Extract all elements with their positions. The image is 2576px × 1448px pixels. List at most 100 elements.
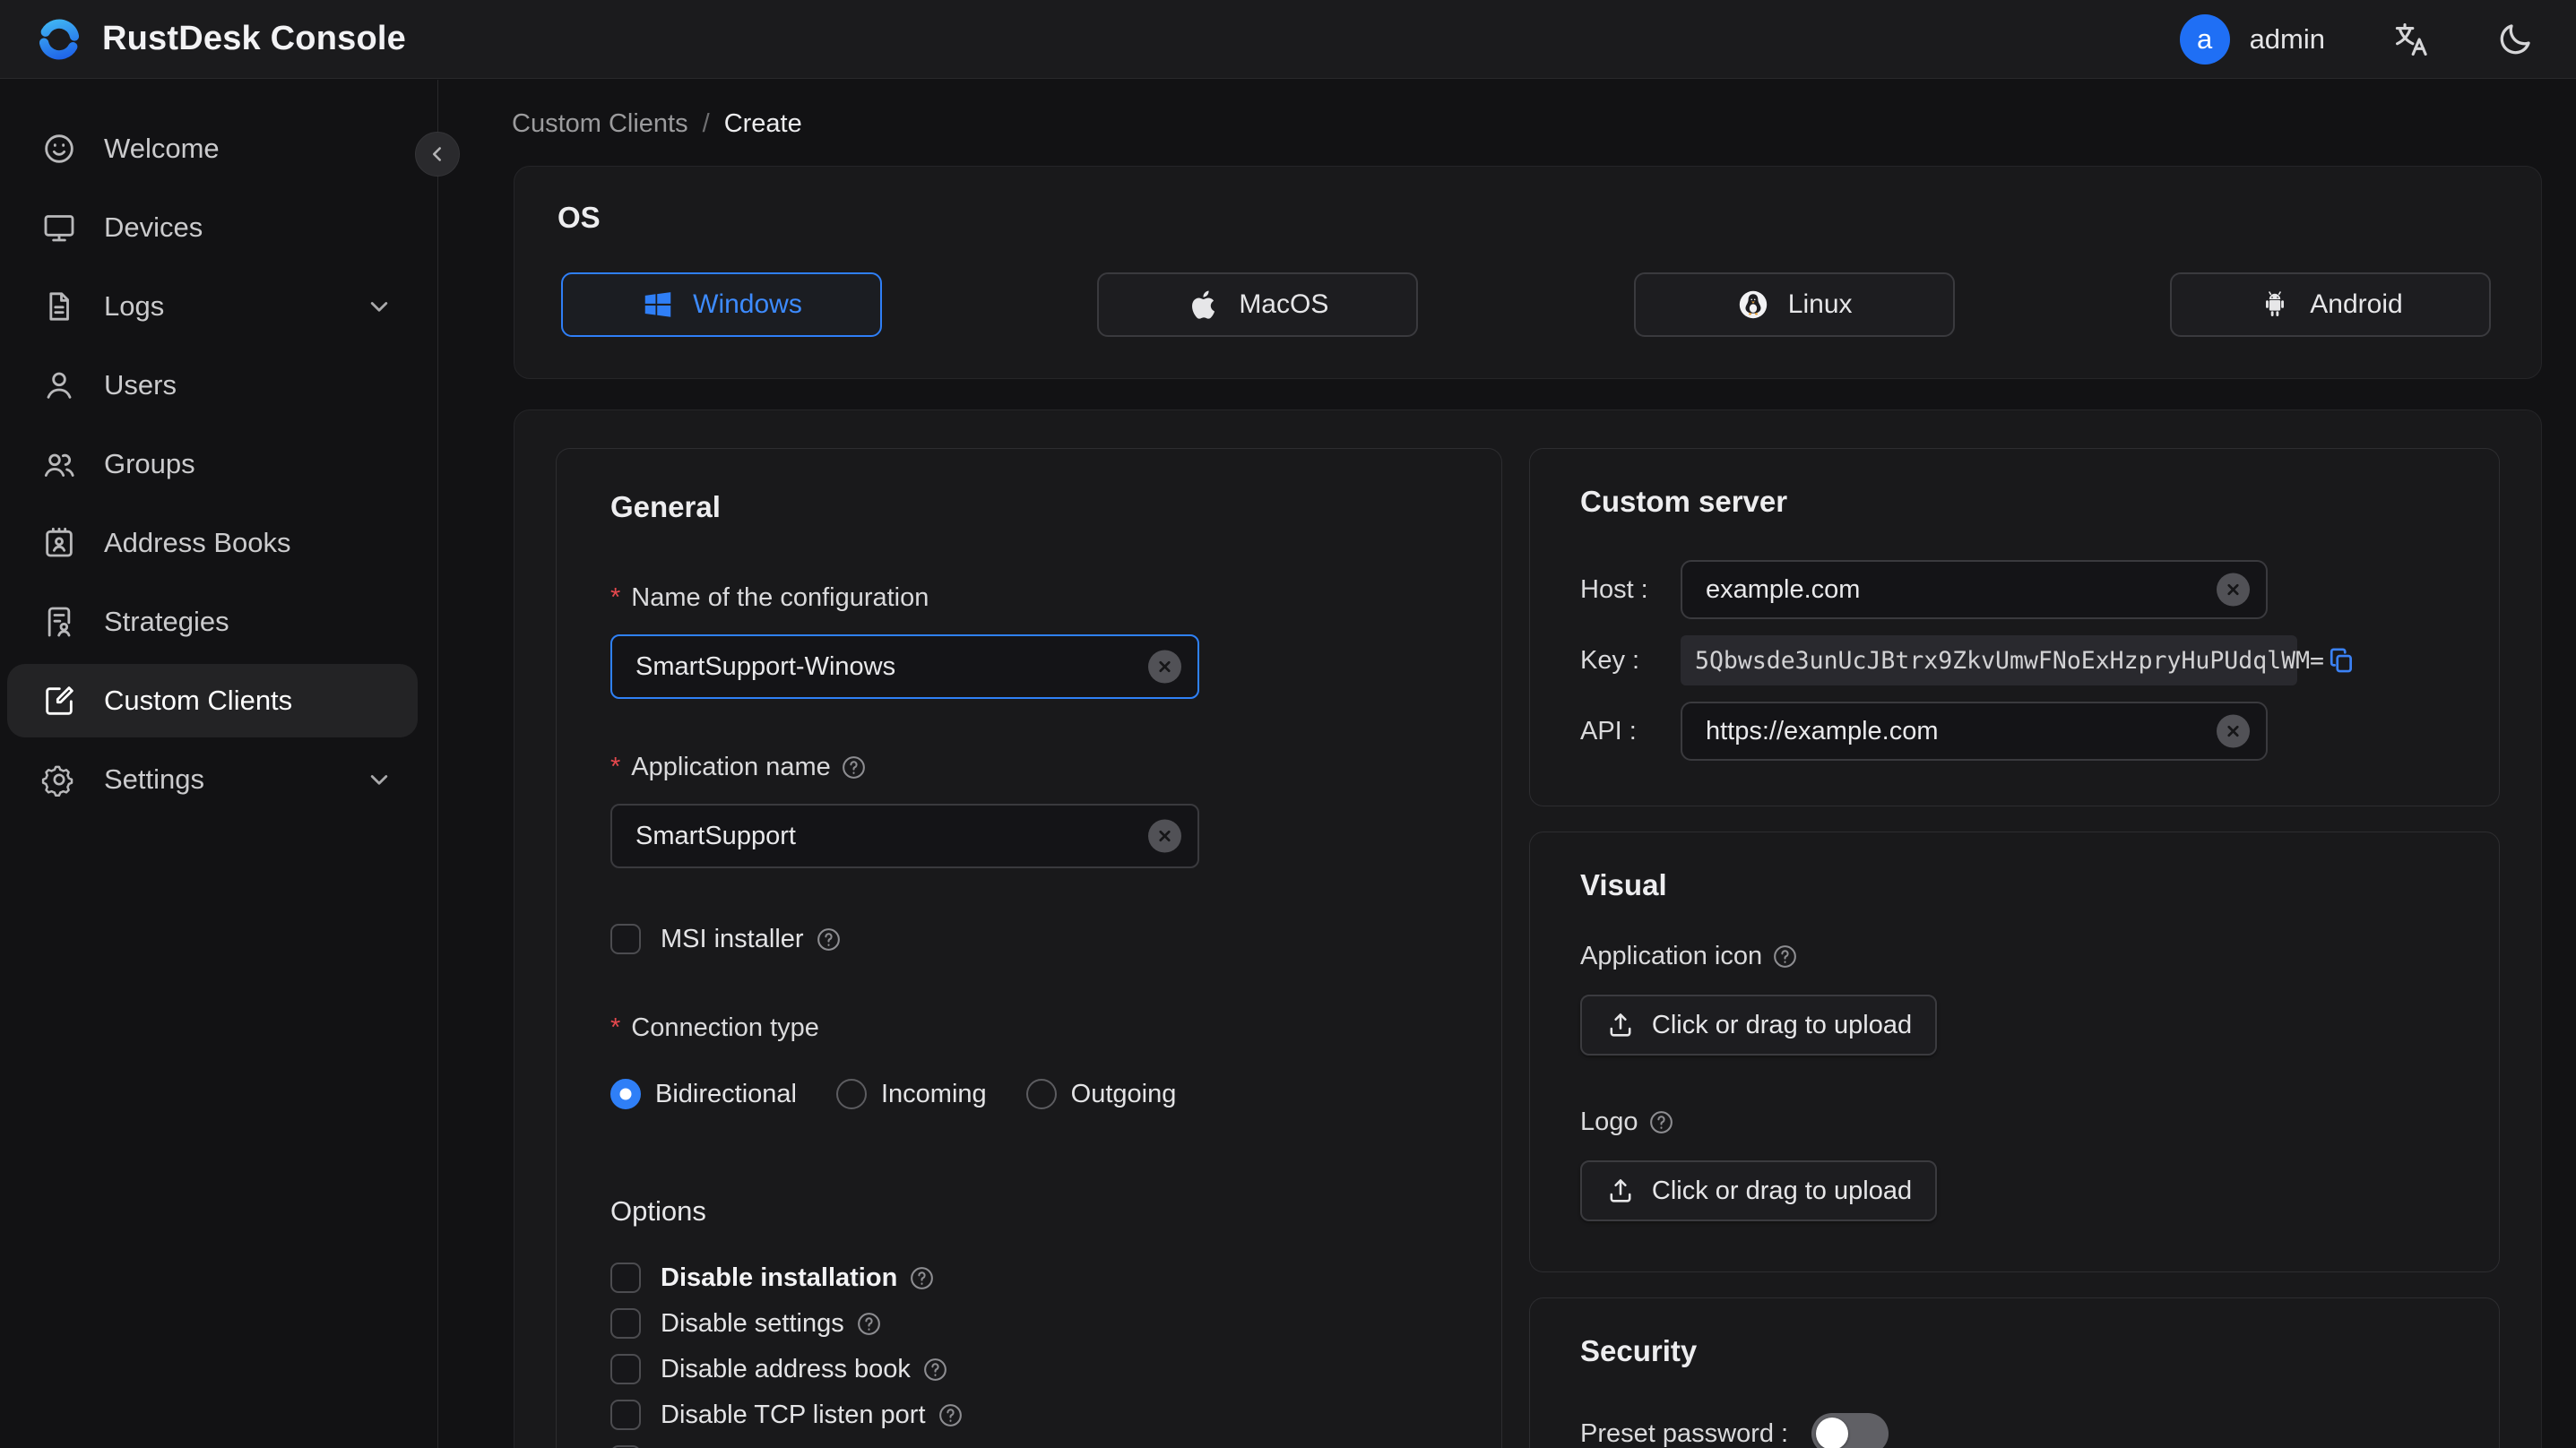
host-row: Host : — [1580, 560, 2449, 619]
right-column: Custom server Host : example.com Key: 5… — [1529, 448, 2500, 1448]
breadcrumb-parent[interactable]: Custom Clients — [512, 109, 688, 139]
app-header: RustDesk Console a admin — [0, 0, 2576, 79]
radio-outgoing[interactable]: Outgoing — [1025, 1079, 1176, 1109]
option-disable-settings[interactable]: Disable settings — [610, 1306, 1448, 1341]
sidebar-item-label: Logs — [104, 290, 165, 322]
document-icon — [41, 289, 77, 324]
logo-label: Logo — [1580, 1108, 2449, 1137]
config-name-label: * Name of the configuration — [610, 583, 929, 612]
sidebar-item-address-books[interactable]: Address Books — [7, 506, 418, 580]
options-list: Disable installation Disable settings Di… — [610, 1260, 1448, 1448]
dark-mode-button[interactable] — [2490, 14, 2540, 65]
key-value: 5Qbwsde3unUcJBtrx9ZkvUmwFNoExHzpryHuPUdq… — [1695, 646, 2324, 675]
clear-x-icon — [1156, 828, 1173, 845]
help-icon[interactable] — [921, 1356, 949, 1383]
sidebar-item-logs[interactable]: Logs — [7, 270, 418, 343]
help-icon[interactable] — [855, 1310, 883, 1338]
logo-upload-button[interactable]: Click or drag to upload — [1580, 1160, 1937, 1221]
os-button-macos[interactable]: MacOS — [1097, 272, 1419, 337]
clear-x-icon — [2225, 582, 2242, 599]
preset-password-toggle[interactable] — [1811, 1413, 1889, 1448]
os-button-windows[interactable]: Windows — [561, 272, 882, 337]
help-icon[interactable] — [908, 1264, 936, 1292]
application-icon-upload-button[interactable]: Click or drag to upload — [1580, 995, 1937, 1056]
option-disable-user-account[interactable]: Disable user account — [610, 1443, 1448, 1448]
sidebar-item-groups[interactable]: Groups — [7, 427, 418, 501]
host-input[interactable] — [1681, 560, 2268, 619]
os-button-label: MacOS — [1239, 289, 1329, 319]
disable-address-book-checkbox[interactable] — [610, 1354, 641, 1384]
clear-x-icon — [1156, 659, 1173, 676]
toggle-knob — [1816, 1418, 1849, 1448]
users-group-icon — [41, 446, 77, 482]
edit-square-icon — [41, 683, 77, 719]
required-mark: * — [610, 1013, 621, 1042]
radio-incoming[interactable]: Incoming — [835, 1079, 987, 1109]
clear-config-name-button[interactable] — [1148, 650, 1181, 684]
clear-app-name-button[interactable] — [1148, 819, 1181, 853]
incoming-radio[interactable] — [835, 1079, 867, 1109]
sidebar-item-welcome[interactable]: Welcome — [7, 112, 418, 185]
sidebar-item-devices[interactable]: Devices — [7, 191, 418, 264]
required-mark: * — [610, 753, 621, 781]
app-name-label: * Application name — [610, 753, 1448, 782]
radio-bidirectional[interactable]: Bidirectional — [610, 1079, 797, 1109]
sidebar-item-custom-clients[interactable]: Custom Clients — [7, 664, 418, 737]
os-options: Windows MacOS Linux Android — [558, 272, 2494, 337]
config-name-input[interactable] — [610, 634, 1199, 699]
sidebar-item-label: Custom Clients — [104, 685, 293, 716]
apple-logo-icon — [1187, 288, 1221, 322]
disable-settings-checkbox[interactable] — [610, 1308, 641, 1339]
os-button-linux[interactable]: Linux — [1633, 272, 1955, 337]
help-icon[interactable] — [1771, 943, 1799, 970]
bidirectional-radio[interactable] — [610, 1079, 641, 1109]
api-input[interactable] — [1681, 702, 2268, 761]
msi-installer-checkbox[interactable] — [610, 924, 641, 954]
help-icon[interactable] — [840, 754, 868, 781]
os-button-label: Windows — [693, 289, 802, 319]
os-section: OS Windows MacOS Linux Android — [514, 166, 2542, 379]
os-title: OS — [558, 201, 601, 234]
key-value-box: 5Qbwsde3unUcJBtrx9ZkvUmwFNoExHzpryHuPUdq… — [1681, 635, 2352, 685]
breadcrumb-current: Create — [723, 109, 802, 138]
custom-server-panel: Custom server Host : example.com Key: 5… — [1529, 448, 2500, 806]
api-label: API : — [1580, 716, 1637, 746]
app-name-input[interactable] — [610, 804, 1199, 868]
api-row: API : — [1580, 702, 2449, 761]
sidebar-item-strategies[interactable]: Strategies — [7, 585, 418, 659]
clear-api-button[interactable] — [2217, 714, 2250, 748]
connection-type-options: Bidirectional Incoming Outgoing — [610, 1079, 1448, 1109]
translate-icon — [2391, 20, 2431, 59]
language-button[interactable] — [2386, 14, 2436, 65]
option-disable-installation[interactable]: Disable installation — [610, 1260, 1448, 1296]
sidebar-item-settings[interactable]: Settings — [7, 743, 418, 816]
user-menu[interactable]: a admin — [2179, 13, 2325, 65]
key-row: Key : 5Qbwsde3unUcJBtrx9ZkvUmwFNoExHzpry… — [1580, 631, 2449, 690]
clear-host-button[interactable] — [2217, 573, 2250, 607]
breadcrumb-separator: / — [702, 109, 710, 138]
help-icon[interactable] — [937, 1401, 964, 1429]
os-button-android[interactable]: Android — [2169, 272, 2491, 337]
help-icon[interactable] — [1647, 1108, 1675, 1136]
upload-button-label: Click or drag to upload — [1651, 1176, 1913, 1205]
general-panel: General * Name of the configuration Smar… — [556, 448, 1502, 1448]
visual-panel: Visual Application icon Click or drag to… — [1529, 832, 2500, 1272]
breadcrumb: Custom Clients / Create — [512, 109, 2542, 139]
monitor-icon — [41, 210, 77, 246]
disable-installation-checkbox[interactable] — [610, 1263, 641, 1293]
sidebar-item-users[interactable]: Users — [7, 349, 418, 422]
sidebar-item-label: Strategies — [104, 606, 229, 637]
outgoing-radio[interactable] — [1025, 1079, 1057, 1109]
avatar[interactable]: a — [2179, 13, 2230, 65]
connection-type-label: * Connection type — [610, 1013, 819, 1042]
option-disable-tcp-listen-port[interactable]: Disable TCP listen port — [610, 1397, 1448, 1433]
copy-key-button[interactable] — [2324, 643, 2358, 677]
msi-installer-option[interactable]: MSI installer — [610, 924, 1448, 954]
header-actions: a admin — [2179, 13, 2540, 65]
disable-tcp-listen-port-checkbox[interactable] — [610, 1400, 641, 1430]
main-content: Custom Clients / Create OS Windows MacOS… — [438, 79, 2576, 1448]
option-disable-address-book[interactable]: Disable address book — [610, 1351, 1448, 1387]
help-icon[interactable] — [815, 926, 843, 953]
sidebar-collapse-button[interactable] — [415, 132, 460, 177]
rustdesk-logo-icon — [36, 16, 82, 63]
